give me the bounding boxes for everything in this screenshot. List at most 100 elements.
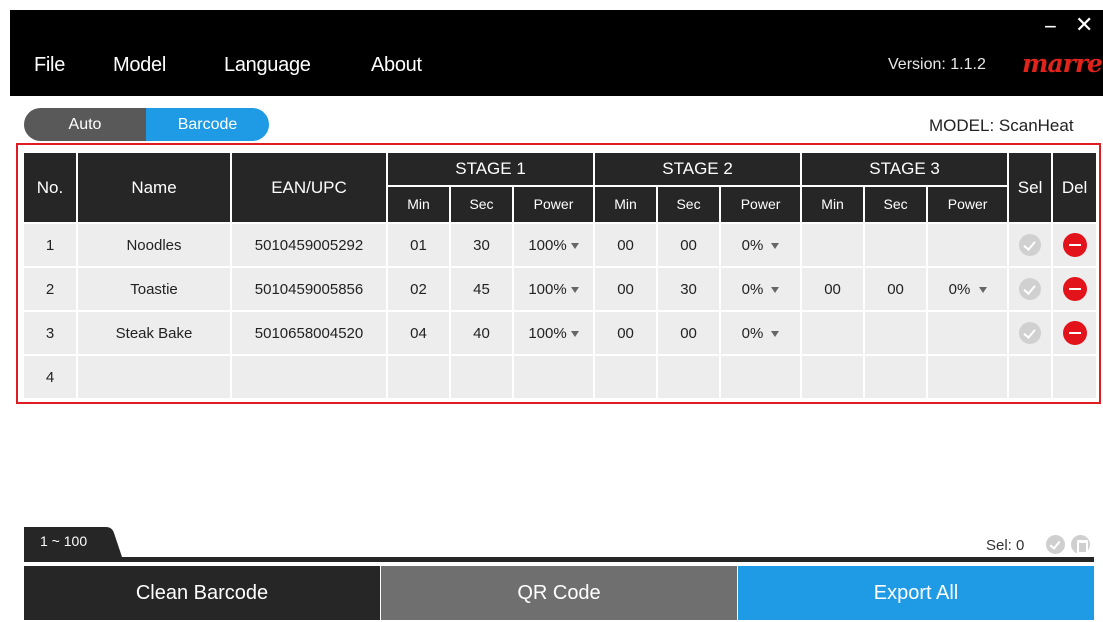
cell-s1-power[interactable]: 100%	[514, 222, 594, 266]
cell-s3-sec[interactable]	[865, 354, 927, 398]
cell-s2-sec[interactable]: 00	[658, 310, 720, 354]
power-value: 100%	[528, 324, 567, 342]
cell-s3-sec[interactable]: 00	[865, 266, 927, 310]
cell-s1-sec[interactable]: 45	[451, 266, 512, 310]
cell-s2-min[interactable]: 00	[595, 266, 657, 310]
cell-s2-sec[interactable]: 30	[658, 266, 720, 310]
cell-s2-power[interactable]: 0%	[721, 222, 801, 266]
cell-s2-min[interactable]	[595, 354, 657, 398]
cell-ean[interactable]: 5010459005292	[232, 222, 386, 266]
cell-ean[interactable]: 5010459005856	[232, 266, 386, 310]
table-row[interactable]: 2 Toastie 5010459005856 02 45 100% 00 30…	[24, 266, 1097, 310]
top-bar: − ✕ File Model Language About Version: 1…	[10, 10, 1103, 96]
header-sec: Sec	[451, 184, 512, 222]
dropdown-caret-icon[interactable]	[771, 330, 780, 337]
cell-s1-min[interactable]: 04	[388, 310, 449, 354]
page-range-tab[interactable]: 1 ~ 100	[24, 527, 122, 557]
cell-s1-sec[interactable]: 30	[451, 222, 512, 266]
dropdown-caret-icon[interactable]	[771, 242, 780, 249]
cell-s1-power[interactable]: 100%	[514, 310, 594, 354]
close-icon[interactable]: ✕	[1075, 12, 1093, 38]
cell-s1-power[interactable]: 100%	[514, 266, 594, 310]
cell-s1-min[interactable]	[388, 354, 449, 398]
qr-code-button[interactable]: QR Code	[381, 566, 737, 620]
cell-del	[1053, 354, 1097, 398]
cell-s2-min[interactable]: 00	[595, 310, 657, 354]
cell-s3-min[interactable]	[802, 354, 864, 398]
header-sec: Sec	[658, 184, 720, 222]
cell-s1-min[interactable]: 01	[388, 222, 449, 266]
cell-s3-power[interactable]	[928, 222, 1008, 266]
header-min: Min	[595, 184, 657, 222]
cell-ean[interactable]: 5010658004520	[232, 310, 386, 354]
app-window: − ✕ File Model Language About Version: 1…	[0, 0, 1103, 622]
export-all-button[interactable]: Export All	[738, 566, 1094, 620]
cell-s3-power[interactable]	[928, 310, 1008, 354]
table-row[interactable]: 1 Noodles 5010459005292 01 30 100% 00 00…	[24, 222, 1097, 266]
header-sec: Sec	[865, 184, 927, 222]
dropdown-caret-icon[interactable]	[570, 286, 579, 293]
menu-language[interactable]: Language	[224, 54, 311, 77]
cell-name[interactable]: Toastie	[78, 266, 230, 310]
cell-s3-min[interactable]: 00	[802, 266, 864, 310]
minus-circle-icon[interactable]	[1062, 277, 1087, 301]
dropdown-caret-icon[interactable]	[570, 242, 579, 249]
cell-s3-sec[interactable]	[865, 310, 927, 354]
cell-s1-sec[interactable]	[451, 354, 512, 398]
minimize-icon[interactable]: −	[1044, 14, 1057, 40]
check-circle-icon[interactable]	[1019, 278, 1042, 300]
cell-s3-power[interactable]: 0%	[928, 266, 1008, 310]
cell-s3-min[interactable]	[802, 310, 864, 354]
cell-s2-min[interactable]: 00	[595, 222, 657, 266]
cell-s2-power[interactable]: 0%	[721, 266, 801, 310]
dropdown-caret-icon[interactable]	[771, 286, 780, 293]
cell-s2-power[interactable]	[721, 354, 801, 398]
cell-ean[interactable]	[232, 354, 386, 398]
table-row[interactable]: 4	[24, 354, 1097, 398]
trash-icon[interactable]	[1071, 535, 1090, 554]
barcode-table: No. Name EAN/UPC STAGE 1 STAGE 2 STAGE 3…	[22, 153, 1098, 398]
cell-s2-power[interactable]: 0%	[721, 310, 801, 354]
menu-model[interactable]: Model	[113, 54, 166, 77]
power-value: 100%	[528, 236, 567, 254]
check-circle-icon[interactable]	[1019, 234, 1042, 256]
cell-s1-power[interactable]	[514, 354, 594, 398]
cell-s1-sec[interactable]: 40	[451, 310, 512, 354]
tab-barcode[interactable]: Barcode	[146, 108, 269, 141]
cell-name[interactable]: Steak Bake	[78, 310, 230, 354]
tab-auto[interactable]: Auto	[24, 108, 146, 141]
cell-s2-sec[interactable]	[658, 354, 720, 398]
check-circle-icon[interactable]	[1019, 322, 1042, 344]
cell-sel	[1009, 310, 1052, 354]
power-value: 0%	[948, 280, 971, 298]
cell-s3-min[interactable]	[802, 222, 864, 266]
cell-del	[1053, 310, 1097, 354]
cell-s3-power[interactable]	[928, 354, 1008, 398]
check-circle-icon[interactable]	[1046, 535, 1065, 554]
cell-name[interactable]	[78, 354, 230, 398]
menu-about[interactable]: About	[371, 54, 422, 77]
selected-count: Sel: 0	[986, 537, 1025, 554]
header-stage3: STAGE 3	[802, 153, 1008, 185]
minus-circle-icon[interactable]	[1062, 321, 1087, 345]
header-name: Name	[78, 153, 230, 222]
table-row[interactable]: 3 Steak Bake 5010658004520 04 40 100% 00…	[24, 310, 1097, 354]
cell-no: 3	[24, 310, 76, 354]
header-no: No.	[24, 153, 76, 222]
dropdown-caret-icon[interactable]	[978, 286, 987, 293]
dropdown-caret-icon[interactable]	[570, 330, 579, 337]
menu-file[interactable]: File	[34, 54, 65, 77]
cell-s3-sec[interactable]	[865, 222, 927, 266]
cell-name[interactable]: Noodles	[78, 222, 230, 266]
brand-logo: marren	[1022, 49, 1103, 78]
header-stage1: STAGE 1	[388, 153, 594, 185]
header-sel: Sel	[1009, 153, 1052, 222]
cell-sel	[1009, 222, 1052, 266]
cell-s1-min[interactable]: 02	[388, 266, 449, 310]
model-label: MODEL: ScanHeat	[929, 116, 1074, 135]
minus-circle-icon[interactable]	[1062, 233, 1087, 257]
header-min: Min	[388, 184, 449, 222]
header-min: Min	[802, 184, 864, 222]
cell-s2-sec[interactable]: 00	[658, 222, 720, 266]
clean-barcode-button[interactable]: Clean Barcode	[24, 566, 380, 620]
